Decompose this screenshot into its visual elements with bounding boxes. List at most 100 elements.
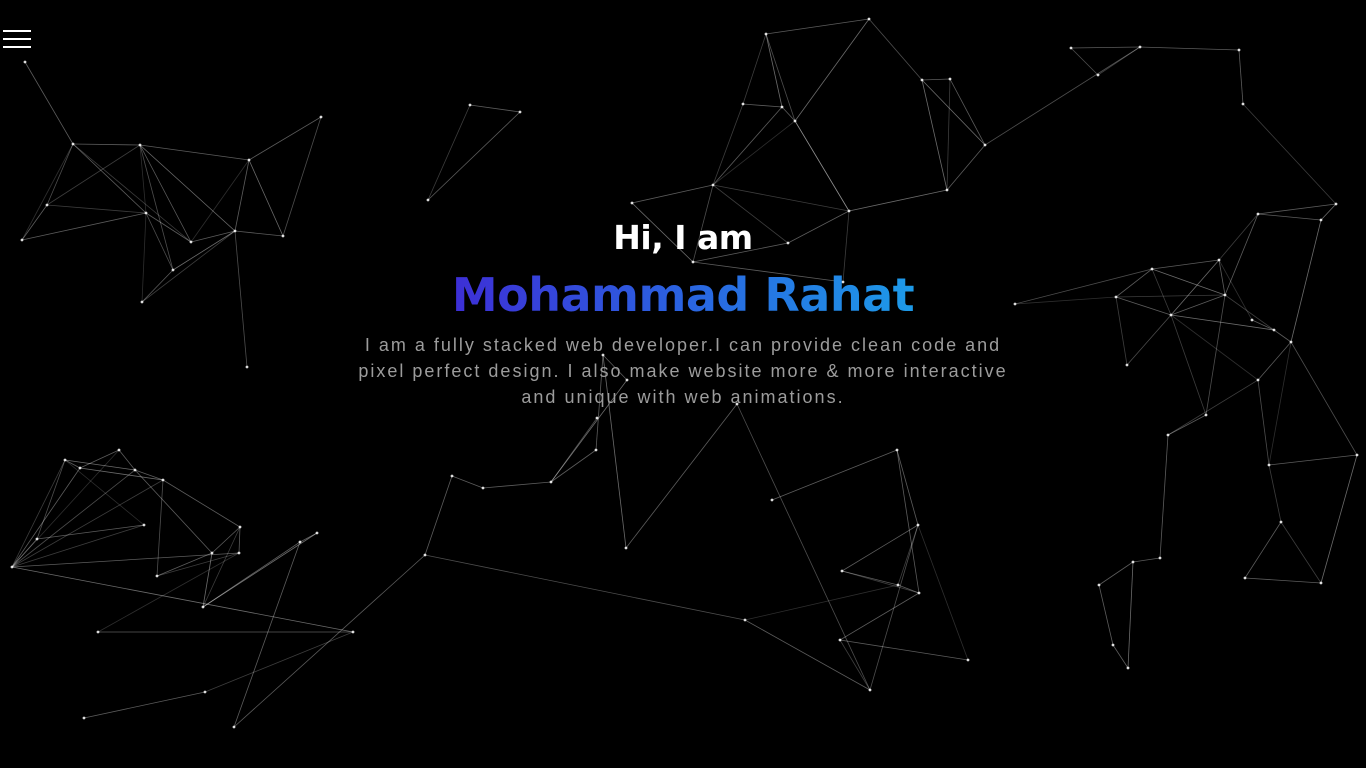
network-node [1237, 48, 1241, 52]
network-node [594, 448, 598, 452]
network-link [839, 592, 920, 641]
network-node [161, 478, 165, 482]
network-link [1238, 49, 1244, 105]
network-link [896, 449, 920, 594]
network-link [1320, 454, 1358, 584]
network-node [793, 119, 797, 123]
network-node [1243, 576, 1247, 580]
network-link [771, 449, 898, 501]
network-node [1279, 520, 1283, 524]
network-node [450, 474, 454, 478]
network-link [424, 475, 453, 556]
network-link [36, 459, 66, 540]
network-node [238, 525, 242, 529]
network-node [1131, 560, 1135, 564]
network-link [248, 116, 322, 161]
network-link [841, 570, 920, 594]
network-node [82, 716, 86, 720]
network-node [315, 531, 319, 535]
network-link [11, 479, 164, 568]
network-node [743, 618, 747, 622]
network-link [204, 631, 354, 693]
network-node [630, 201, 634, 205]
network-node [840, 569, 844, 573]
network-node [983, 143, 987, 147]
network-link [162, 479, 241, 528]
network-node [247, 158, 251, 162]
network-link [712, 106, 783, 186]
menu-bar-top [3, 30, 31, 32]
network-link [1244, 577, 1322, 584]
network-node [78, 466, 82, 470]
network-link [72, 143, 141, 146]
network-node [468, 103, 472, 107]
network-node [770, 498, 774, 502]
network-node [201, 605, 205, 609]
network-link [839, 639, 871, 691]
greeting-heading: Hi, I am [613, 218, 753, 257]
name-heading: Mohammad Rahat [451, 268, 915, 322]
network-link [742, 33, 767, 105]
hamburger-menu-icon[interactable] [3, 29, 31, 50]
network-link [921, 79, 948, 191]
network-node [1097, 583, 1101, 587]
network-node [426, 198, 430, 202]
network-node [1355, 453, 1359, 457]
network-link [848, 189, 948, 212]
network-node [624, 546, 628, 550]
network-link [97, 552, 240, 633]
network-link [46, 143, 74, 206]
network-node [23, 60, 27, 64]
network-link [11, 524, 145, 568]
network-node [948, 77, 952, 81]
network-node [847, 209, 851, 213]
network-link [1159, 434, 1169, 559]
network-link [1242, 103, 1337, 205]
network-node [1204, 413, 1208, 417]
network-link [36, 524, 145, 540]
network-node [232, 725, 236, 729]
network-node [917, 591, 921, 595]
network-node [1166, 433, 1170, 437]
network-link [482, 481, 552, 489]
network-link [1127, 561, 1134, 669]
network-node [1111, 643, 1115, 647]
network-link [765, 18, 870, 35]
network-link [211, 526, 241, 554]
network-link [917, 524, 969, 661]
network-node [1138, 45, 1142, 49]
network-node [966, 658, 970, 662]
network-link [11, 566, 354, 633]
network-link [79, 467, 164, 481]
network-node [764, 32, 768, 36]
network-node [96, 630, 100, 634]
network-node [518, 110, 522, 114]
network-link [139, 144, 250, 161]
intro-block: Hi, I am Mohammad Rahat I am a fully sta… [0, 218, 1366, 410]
network-link [24, 61, 74, 145]
network-link [72, 143, 147, 214]
network-node [1267, 463, 1271, 467]
network-link [736, 403, 871, 691]
network-node [1096, 73, 1100, 77]
network-link [742, 103, 783, 108]
network-node [423, 553, 427, 557]
network-link [946, 144, 986, 191]
network-node [595, 416, 599, 420]
network-link [744, 619, 871, 691]
network-link [794, 120, 850, 212]
network-node [780, 105, 784, 109]
network-link [233, 554, 426, 728]
network-link [1112, 644, 1129, 669]
network-link [1167, 414, 1207, 436]
network-link [765, 33, 796, 122]
network-node [237, 551, 241, 555]
network-link [46, 144, 141, 206]
network-link [1280, 521, 1322, 584]
hero-section: Hi, I am Mohammad Rahat I am a fully sta… [0, 0, 1366, 768]
bio-text: I am a fully stacked web developer.I can… [358, 335, 1008, 407]
network-link [1139, 46, 1240, 51]
network-link [712, 120, 796, 186]
network-link [1132, 557, 1161, 563]
network-node [741, 102, 745, 106]
